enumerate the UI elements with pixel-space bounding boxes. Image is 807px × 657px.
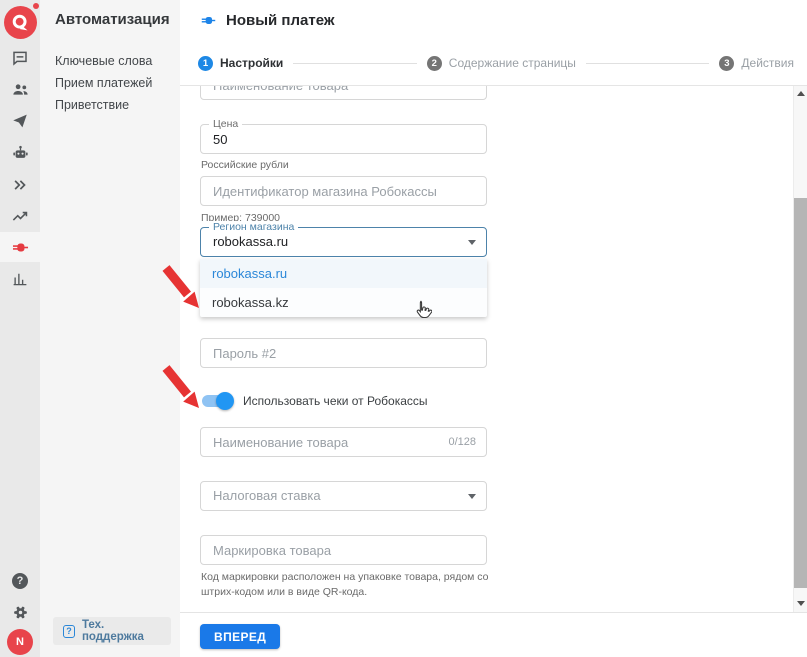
senler-logo-icon[interactable] <box>4 6 37 39</box>
settings-gear-icon[interactable] <box>0 597 40 627</box>
trending-up-icon[interactable] <box>0 201 40 231</box>
scroll-up-arrow[interactable] <box>797 91 805 96</box>
page-header: Новый платеж <box>200 12 334 29</box>
marking-input[interactable] <box>201 536 486 564</box>
users-icon[interactable] <box>0 74 40 104</box>
product-name-field-clipped[interactable] <box>200 86 487 100</box>
stepper: 1 Настройки 2 Содержание страницы 3 Дейс… <box>180 50 807 76</box>
receipts-toggle-row: Использовать чеки от Робокассы <box>201 392 428 410</box>
step-connector <box>293 63 416 64</box>
tax-rate-placeholder: Налоговая ставка <box>201 482 486 510</box>
price-helper: Российские рубли <box>201 158 289 173</box>
payments-plug-icon[interactable] <box>0 232 40 262</box>
option-robokassa-kz[interactable]: robokassa.kz <box>200 288 487 317</box>
main-content: Новый платеж 1 Настройки 2 Содержание ст… <box>180 0 807 657</box>
chevron-down-icon <box>468 494 476 499</box>
region-select-label: Регион магазина <box>209 221 298 234</box>
sidebar-item-greeting[interactable]: Приветствие <box>55 98 129 112</box>
region-dropdown-menu: robokassa.ru robokassa.kz <box>200 259 487 317</box>
form-footer: ВПЕРЕД <box>180 612 807 657</box>
send-icon[interactable] <box>0 106 40 136</box>
page-title: Новый платеж <box>226 12 334 29</box>
step-page-content[interactable]: 2 Содержание страницы <box>427 56 576 71</box>
tech-support-button[interactable]: ? Тех. поддержка <box>53 617 171 645</box>
price-field[interactable]: Цена <box>200 124 487 154</box>
sidebar-item-payments[interactable]: Прием платежей <box>55 76 152 90</box>
shop-id-field[interactable] <box>200 176 487 206</box>
tax-rate-select[interactable]: Налоговая ставка <box>200 481 487 511</box>
bot-icon[interactable] <box>0 138 40 168</box>
price-field-label: Цена <box>209 118 242 131</box>
step-2-circle: 2 <box>427 56 442 71</box>
chevron-down-icon <box>468 240 476 245</box>
region-select[interactable]: Регион магазина robokassa.ru <box>200 227 487 257</box>
product-name-field[interactable]: 0/128 <box>200 427 487 457</box>
price-input[interactable] <box>201 125 486 153</box>
fast-forward-icon[interactable] <box>0 170 40 200</box>
char-counter: 0/128 <box>448 436 476 448</box>
password2-field[interactable] <box>200 338 487 368</box>
password2-input[interactable] <box>201 339 486 367</box>
form-scroll-area: Цена Российские рубли Пример: 739000 Рег… <box>180 86 793 612</box>
statistics-icon[interactable] <box>0 264 40 294</box>
receipts-toggle-label: Использовать чеки от Робокассы <box>243 394 428 408</box>
marking-helper: Код маркировки расположен на упаковке то… <box>201 570 501 600</box>
step-3-circle: 3 <box>719 56 734 71</box>
help-square-icon: ? <box>63 625 75 638</box>
product-name-input-top[interactable] <box>201 86 486 99</box>
product-name-input[interactable] <box>201 428 486 456</box>
marking-field[interactable] <box>200 535 487 565</box>
option-robokassa-ru[interactable]: robokassa.ru <box>200 259 487 288</box>
user-avatar[interactable]: N <box>7 629 33 655</box>
payment-plug-icon <box>200 12 217 29</box>
sidebar-title: Автоматизация <box>55 11 170 28</box>
step-settings[interactable]: 1 Настройки <box>198 56 283 71</box>
next-button[interactable]: ВПЕРЕД <box>200 624 280 649</box>
step-1-circle: 1 <box>198 56 213 71</box>
step-connector <box>586 63 709 64</box>
automation-sidebar: Автоматизация Ключевые слова Прием плате… <box>40 0 180 657</box>
icon-rail: ? N <box>0 0 40 657</box>
step-actions[interactable]: 3 Действия <box>719 56 794 71</box>
scrollbar[interactable] <box>793 86 807 612</box>
logo-dot <box>33 3 39 9</box>
sidebar-item-keywords[interactable]: Ключевые слова <box>55 54 152 68</box>
help-icon[interactable]: ? <box>0 566 40 596</box>
receipts-toggle[interactable] <box>201 392 234 410</box>
tech-support-label: Тех. поддержка <box>82 619 161 643</box>
shop-id-input[interactable] <box>201 177 486 205</box>
chat-icon[interactable] <box>0 43 40 73</box>
scroll-down-arrow[interactable] <box>797 601 805 606</box>
scrollbar-thumb[interactable] <box>794 198 807 588</box>
